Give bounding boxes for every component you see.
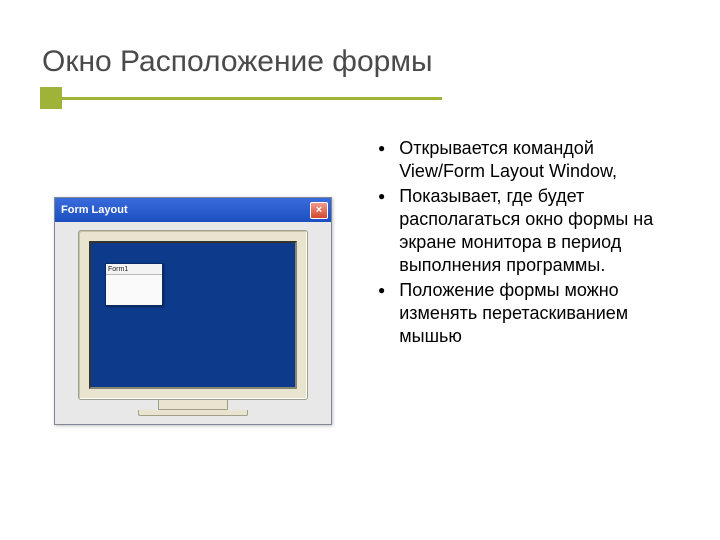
list-item: ● Открывается командой View/Form Layout … (372, 137, 678, 183)
bullet-icon: ● (378, 185, 385, 207)
monitor-screen: Form1 (89, 241, 297, 389)
monitor-stand (158, 400, 228, 410)
bullet-icon: ● (378, 279, 385, 301)
rule-accent-box (40, 87, 62, 109)
list-item: ● Показывает, где будет располагаться ок… (372, 185, 678, 277)
bullet-list: ● Открывается командой View/Form Layout … (372, 137, 678, 348)
form-layout-window: Form Layout × Form1 (54, 197, 332, 425)
window-titlebar[interactable]: Form Layout × (55, 198, 331, 222)
close-icon[interactable]: × (310, 202, 328, 219)
window-body: Form1 (55, 222, 331, 424)
form-preview[interactable]: Form1 (105, 263, 163, 306)
bullet-text: Положение формы можно изменять перетаски… (399, 279, 678, 348)
bullet-text: Открывается командой View/Form Layout Wi… (399, 137, 678, 183)
title-rule (40, 87, 678, 109)
list-item: ● Положение формы можно изменять перетас… (372, 279, 678, 348)
monitor-illustration: Form1 (78, 230, 308, 416)
bullet-text: Показывает, где будет располагаться окно… (399, 185, 678, 277)
monitor-base (138, 410, 248, 416)
slide-title: Окно Расположение формы (42, 45, 678, 79)
monitor-frame: Form1 (78, 230, 308, 400)
bullet-icon: ● (378, 137, 385, 159)
form-preview-body (106, 275, 162, 305)
rule-line (62, 97, 442, 100)
form-preview-title: Form1 (106, 264, 162, 275)
window-title: Form Layout (61, 204, 310, 216)
